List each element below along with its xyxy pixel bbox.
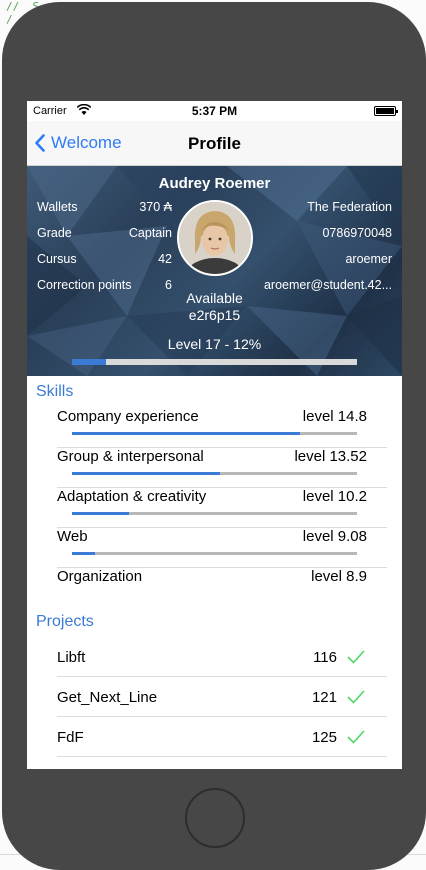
skill-progress-fill [72, 552, 95, 555]
page-title: Profile [188, 134, 241, 153]
level-text: Level 17 - 12% [167, 336, 262, 352]
info-phone: 0786970048 [322, 226, 392, 240]
app-screen: Carrier 5:37 PM Welcome Profile Audrey R… [27, 101, 402, 769]
project-name: Get_Next_Line [57, 689, 158, 706]
divider [57, 756, 387, 757]
project-score: 116 [313, 649, 337, 666]
skill-level: level 14.8 [302, 408, 367, 425]
availability-location: e2r6p15 [188, 307, 241, 323]
checkmark-icon [347, 730, 365, 744]
skill-name: Company experience [57, 408, 199, 425]
skill-name: Web [57, 528, 88, 545]
skill-progress-bar [72, 512, 357, 515]
stat-value: 42 [158, 252, 172, 266]
skills-section-title: Skills [36, 383, 74, 400]
skill-progress-fill [72, 512, 129, 515]
skill-progress-bar [72, 552, 357, 555]
user-name: Audrey Roemer [158, 175, 271, 192]
project-name: FdF [57, 729, 84, 746]
stat-wallets: Wallets 370 ₳ [37, 200, 172, 214]
info-coalition: The Federation [307, 200, 392, 214]
level-progress-fill [72, 359, 107, 365]
skill-name: Adaptation & creativity [57, 488, 207, 505]
stat-grade: Grade Captain [37, 226, 172, 240]
project-score: 121 [311, 689, 337, 706]
skill-level: level 8.9 [311, 568, 367, 585]
stat-label: Cursus [37, 252, 77, 266]
stat-value: Captain [128, 226, 172, 240]
clock: 5:37 PM [191, 104, 238, 118]
navigation-bar: Welcome Profile [27, 121, 402, 166]
stat-value: 370 ₳ [139, 200, 172, 214]
skill-progress-fill [72, 432, 300, 435]
avatar [177, 200, 253, 276]
project-name: Libft [57, 649, 86, 666]
skill-level: level 13.52 [294, 448, 367, 465]
stat-label: Grade [37, 226, 72, 240]
skill-level: level 9.08 [302, 528, 367, 545]
skill-progress-fill [72, 472, 221, 475]
info-login: aroemer [345, 252, 392, 266]
checkmark-icon [347, 650, 365, 664]
profile-header: Audrey Roemer Wallets 370 ₳ Grade Captai… [27, 166, 402, 376]
projects-section-title: Projects [36, 613, 94, 630]
skill-progress-bar [72, 432, 357, 435]
skill-progress-bar [72, 472, 357, 475]
availability-status: Available [186, 290, 243, 306]
divider [57, 676, 387, 677]
availability-block: Available e2r6p15 [27, 290, 402, 324]
status-bar: Carrier 5:37 PM [27, 101, 402, 121]
stat-label: Wallets [37, 200, 78, 214]
project-score: 125 [311, 729, 337, 746]
level-progress-bar [72, 359, 357, 365]
checkmark-icon [347, 690, 365, 704]
home-button[interactable] [185, 788, 245, 848]
skill-name: Organization [57, 568, 143, 585]
skill-name: Group & interpersonal [57, 448, 204, 465]
battery-icon [374, 106, 398, 116]
stat-cursus: Cursus 42 [37, 252, 172, 266]
skill-level: level 10.2 [302, 488, 367, 505]
divider [57, 716, 387, 717]
avatar-image [179, 202, 251, 274]
